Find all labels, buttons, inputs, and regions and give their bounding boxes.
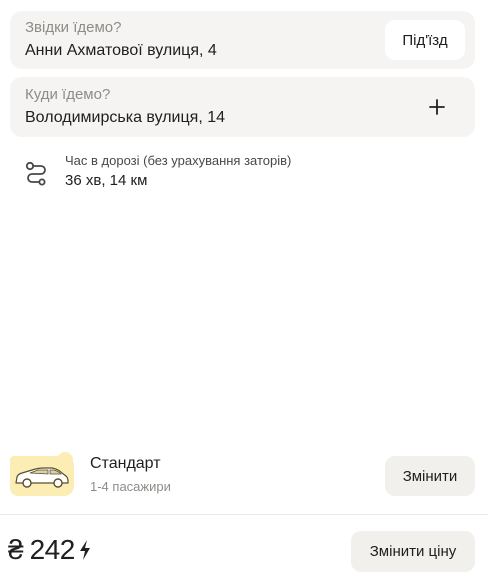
price: ₴ 242 xyxy=(8,530,92,570)
pickup-field[interactable]: Звідки їдемо? Анни Ахматової вулиця, 4 П… xyxy=(10,11,475,69)
destination-address: Володимирська вулиця, 14 xyxy=(25,109,226,126)
lightning-icon xyxy=(78,539,92,561)
entrance-button[interactable]: Під'їзд xyxy=(385,20,465,60)
currency-symbol: ₴ xyxy=(8,534,24,565)
route-summary: Час в дорозі (без урахування заторів) 36… xyxy=(24,153,464,193)
destination-label: Куди їдемо? xyxy=(25,86,111,103)
tariff-row[interactable]: Стандарт 1-4 пасажири Змінити xyxy=(0,446,488,506)
plus-icon[interactable] xyxy=(423,93,451,121)
route-duration-distance: 36 хв, 14 км xyxy=(65,172,148,189)
car-icon xyxy=(8,452,76,496)
route-caption: Час в дорозі (без урахування заторів) xyxy=(65,153,292,168)
change-price-button[interactable]: Змінити ціну xyxy=(351,531,475,572)
divider xyxy=(0,514,488,515)
pickup-label: Звідки їдемо? xyxy=(25,19,122,36)
destination-field[interactable]: Куди їдемо? Володимирська вулиця, 14 xyxy=(10,77,475,137)
change-tariff-button[interactable]: Змінити xyxy=(385,456,475,496)
pickup-address: Анни Ахматової вулиця, 4 xyxy=(25,42,217,59)
route-icon xyxy=(24,160,48,186)
tariff-name: Стандарт xyxy=(90,455,161,472)
tariff-capacity: 1-4 пасажири xyxy=(90,479,171,494)
price-value: 242 xyxy=(29,534,76,565)
